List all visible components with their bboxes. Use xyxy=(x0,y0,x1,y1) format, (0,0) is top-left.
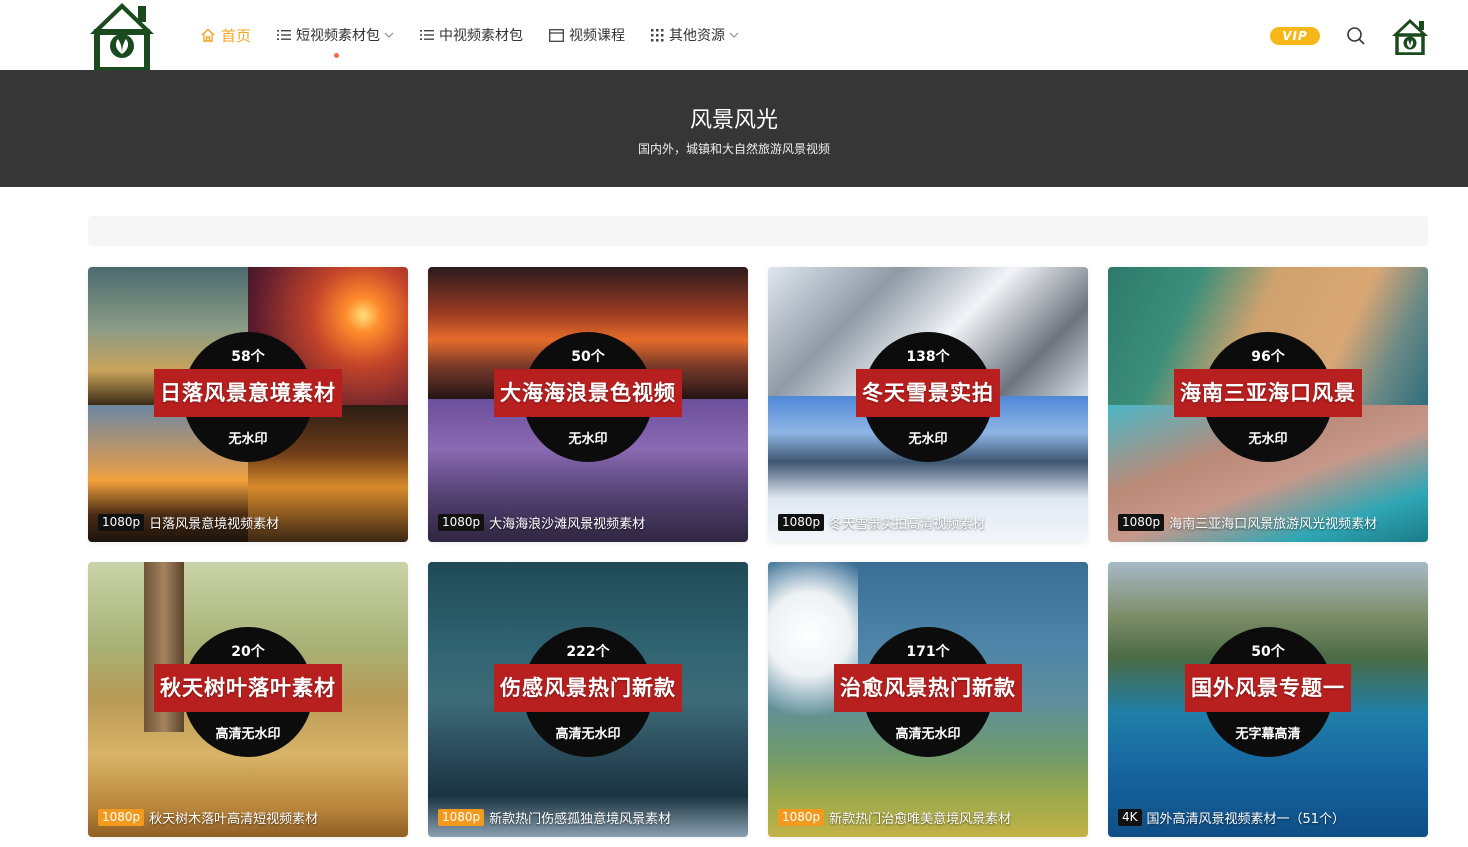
card-ribbon-title: 伤感风景热门新款 xyxy=(494,664,682,712)
site-logo[interactable] xyxy=(86,0,158,73)
card-ribbon-title: 海南三亚海口风景 xyxy=(1174,369,1362,417)
search-icon[interactable] xyxy=(1346,26,1366,46)
card-caption-text: 大海海浪沙滩风景视频素材 xyxy=(489,516,646,532)
card-caption-text: 新款热门伤感孤独意境风景素材 xyxy=(489,811,672,827)
card-count: 222个 xyxy=(566,644,610,660)
card-tag: 无水印 xyxy=(908,432,948,447)
card-ribbon-title: 日落风景意境素材 xyxy=(154,369,342,417)
list-icon xyxy=(420,29,435,41)
nav-other-resources[interactable]: 其他资源 xyxy=(651,0,739,70)
card-count: 20个 xyxy=(231,644,265,660)
card-count: 138个 xyxy=(906,349,950,365)
page-title: 风景风光 xyxy=(689,108,778,133)
card-caption[interactable]: 1080p 海南三亚海口风景旅游风光视频素材 xyxy=(1118,513,1378,532)
chevron-down-icon xyxy=(729,32,739,38)
main-nav: 首页 短视频素材包 中视频素材包 视频课程 其他资源 xyxy=(200,0,765,70)
card-ribbon-title: 冬天雪景实拍 xyxy=(856,369,1000,417)
card-count: 171个 xyxy=(906,644,950,660)
resource-card[interactable]: 96个 海南三亚海口风景 无水印 1080p 海南三亚海口风景旅游风光视频素材 xyxy=(1108,267,1428,542)
card-caption[interactable]: 1080p 新款热门伤感孤独意境风景素材 xyxy=(438,808,672,827)
card-count: 50个 xyxy=(1251,644,1285,660)
card-caption[interactable]: 1080p 秋天树木落叶高清短视频素材 xyxy=(98,808,319,827)
nav-video-courses-label: 视频课程 xyxy=(569,28,626,44)
resolution-badge: 1080p xyxy=(778,513,825,531)
card-tag: 无水印 xyxy=(568,432,608,447)
resolution-badge: 1080p xyxy=(438,513,485,531)
category-banner: 风景风光 国内外，城镇和大自然旅游风景视频 xyxy=(0,70,1468,187)
card-ribbon-title: 秋天树叶落叶素材 xyxy=(154,664,342,712)
card-ribbon-title: 国外风景专题一 xyxy=(1185,664,1351,712)
card-tag: 无水印 xyxy=(1248,432,1288,447)
card-tag: 无字幕高清 xyxy=(1235,727,1301,742)
window-icon xyxy=(549,28,564,42)
card-count: 58个 xyxy=(231,349,265,365)
resolution-badge: 1080p xyxy=(98,808,145,826)
resolution-badge: 1080p xyxy=(438,808,485,826)
resource-card[interactable]: 138个 冬天雪景实拍 无水印 1080p 冬天雪景实拍高清视频素材 xyxy=(768,267,1088,542)
card-count: 96个 xyxy=(1251,349,1285,365)
grid-icon xyxy=(651,28,664,42)
card-tag: 高清无水印 xyxy=(555,727,621,742)
resolution-badge: 1080p xyxy=(1118,513,1165,531)
card-tag: 高清无水印 xyxy=(895,727,961,742)
home-icon xyxy=(200,27,216,43)
card-tag: 高清无水印 xyxy=(215,727,281,742)
card-caption[interactable]: 1080p 大海海浪沙滩风景视频素材 xyxy=(438,513,646,532)
resource-card[interactable]: 50个 大海海浪景色视频 无水印 1080p 大海海浪沙滩风景视频素材 xyxy=(428,267,748,542)
resolution-badge: 4K xyxy=(1118,808,1142,826)
nav-indicator-dot xyxy=(333,53,339,58)
nav-short-video-label: 短视频素材包 xyxy=(296,28,381,44)
page-subtitle: 国内外，城镇和大自然旅游风景视频 xyxy=(637,142,830,156)
card-caption-text: 国外高清风景视频素材一（51个） xyxy=(1146,811,1346,827)
card-caption-text: 日落风景意境视频素材 xyxy=(149,516,280,532)
resolution-badge: 1080p xyxy=(778,808,825,826)
card-caption-text: 海南三亚海口风景旅游风光视频素材 xyxy=(1169,516,1378,532)
nav-short-video-packs[interactable]: 短视频素材包 xyxy=(277,0,394,70)
list-icon xyxy=(277,29,292,41)
filter-bar xyxy=(88,216,1428,246)
resource-card[interactable]: 50个 国外风景专题一 无字幕高清 4K 国外高清风景视频素材一（51个） xyxy=(1108,562,1428,837)
resource-card[interactable]: 20个 秋天树叶落叶素材 高清无水印 1080p 秋天树木落叶高清短视频素材 xyxy=(88,562,408,837)
user-avatar[interactable] xyxy=(1390,17,1430,56)
nav-video-courses[interactable]: 视频课程 xyxy=(549,0,625,70)
card-caption-text: 冬天雪景实拍高清视频素材 xyxy=(829,516,986,532)
vip-button[interactable]: VIP xyxy=(1270,27,1320,45)
resource-card[interactable]: 222个 伤感风景热门新款 高清无水印 1080p 新款热门伤感孤独意境风景素材 xyxy=(428,562,748,837)
card-count: 50个 xyxy=(571,349,605,365)
chevron-down-icon xyxy=(384,32,394,38)
card-caption-text: 新款热门治愈唯美意境风景素材 xyxy=(829,811,1012,827)
nav-other-resources-label: 其他资源 xyxy=(669,28,726,44)
card-caption-text: 秋天树木落叶高清短视频素材 xyxy=(149,811,319,827)
nav-home[interactable]: 首页 xyxy=(200,0,251,70)
card-tag: 无水印 xyxy=(228,432,268,447)
site-header: 首页 短视频素材包 中视频素材包 视频课程 其他资源 VIP xyxy=(0,0,1468,73)
card-ribbon-title: 大海海浪景色视频 xyxy=(494,369,682,417)
card-caption[interactable]: 1080p 冬天雪景实拍高清视频素材 xyxy=(778,513,986,532)
card-caption[interactable]: 1080p 日落风景意境视频素材 xyxy=(98,513,280,532)
card-caption[interactable]: 4K 国外高清风景视频素材一（51个） xyxy=(1118,808,1346,827)
nav-mid-video-label: 中视频素材包 xyxy=(439,28,524,44)
nav-home-label: 首页 xyxy=(221,26,252,45)
nav-mid-video-packs[interactable]: 中视频素材包 xyxy=(420,0,523,70)
card-ribbon-title: 治愈风景热门新款 xyxy=(834,664,1022,712)
resource-card[interactable]: 171个 治愈风景热门新款 高清无水印 1080p 新款热门治愈唯美意境风景素材 xyxy=(768,562,1088,837)
resolution-badge: 1080p xyxy=(98,513,145,531)
resource-card[interactable]: 58个 日落风景意境素材 无水印 1080p 日落风景意境视频素材 xyxy=(88,267,408,542)
card-caption[interactable]: 1080p 新款热门治愈唯美意境风景素材 xyxy=(778,808,1012,827)
